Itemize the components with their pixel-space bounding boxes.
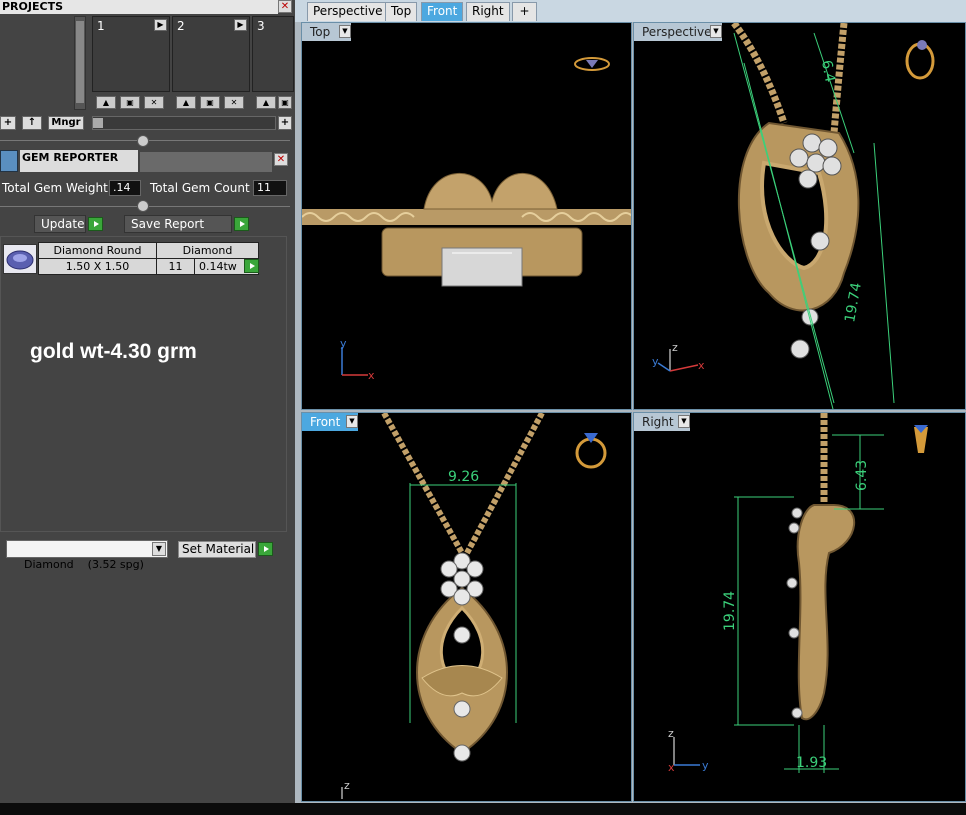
view-tab-bar: Perspective Top Front Right + xyxy=(295,0,966,22)
axis-y-label: y xyxy=(652,355,659,368)
axis-z-label: z xyxy=(344,779,350,792)
dimension-label: 6.4 xyxy=(818,59,838,84)
viewport-perspective[interactable]: Perspective ▼ 6.4 19.74 z x y xyxy=(633,22,966,410)
table-header-row: Diamond Round Diamond xyxy=(38,242,259,259)
viewport-area: Perspective Top Front Right + Top ▼ y x … xyxy=(295,0,966,815)
slider-handle[interactable] xyxy=(93,118,103,128)
tab-perspective[interactable]: Perspective xyxy=(307,2,389,21)
axis-indicator: z y x xyxy=(668,729,709,774)
gem-reporter-icon xyxy=(0,150,18,172)
axis-x-label: x xyxy=(668,761,675,774)
tab-right[interactable]: Right xyxy=(466,2,510,21)
add-project-icon[interactable]: + xyxy=(0,116,16,130)
tab-front[interactable]: Front xyxy=(421,2,464,21)
material-select[interactable]: Diamond (3.52 spg) ▼ xyxy=(6,540,168,571)
table-header: Diamond xyxy=(156,242,259,259)
project-slider[interactable] xyxy=(92,116,276,130)
play-icon[interactable]: ▶ xyxy=(154,19,167,31)
viewport-right[interactable]: Right ▼ 6.43 19.74 1.93 z y x xyxy=(633,412,966,802)
projects-title: PROJECTS xyxy=(0,0,278,14)
chevron-down-icon[interactable]: ▼ xyxy=(152,542,166,556)
delete-icon[interactable]: ✕ xyxy=(144,96,164,109)
upload-icon[interactable]: ▲ xyxy=(256,96,276,109)
table-row[interactable]: 1.50 X 1.50 11 0.14tw xyxy=(38,258,259,275)
table-header: Diamond Round xyxy=(38,242,157,259)
viewport-front[interactable]: Front ▼ 9.26 z xyxy=(301,412,632,802)
project-slot-number: 1 xyxy=(97,19,105,33)
gem-count-cell: 11 xyxy=(156,258,195,275)
axis-x-label: x xyxy=(698,359,705,372)
save-icon[interactable]: ▣ xyxy=(278,96,292,109)
gem-reporter-header-bar xyxy=(140,152,272,172)
bail-render xyxy=(423,173,558,210)
left-panel: PROJECTS ✕ 1 ▶ 2 ▶ 3 ▲ ▣ ✕ ▲ ▣ ✕ ▲ ▣ + ↑… xyxy=(0,0,295,815)
dimension-label: 19.74 xyxy=(842,281,865,323)
axis-y-label: y xyxy=(702,759,709,772)
scrollbar-thumb[interactable] xyxy=(76,21,84,103)
dimension-label: 19.74 xyxy=(722,591,738,631)
delete-icon[interactable]: ✕ xyxy=(224,96,244,109)
gem-list-area xyxy=(0,236,287,532)
project-slot-number: 2 xyxy=(177,19,185,33)
total-gem-weight-label: Total Gem Weight xyxy=(2,181,108,195)
project-slot-2[interactable]: 2 ▶ xyxy=(172,16,250,92)
gem-reporter-title: GEM REPORTER xyxy=(20,150,138,172)
gem-thumbnail[interactable] xyxy=(3,244,37,274)
upload-icon[interactable]: ▲ xyxy=(176,96,196,109)
axis-z-label: z xyxy=(668,729,674,740)
upload-icon[interactable]: ▲ xyxy=(96,96,116,109)
viewport-top[interactable]: Top ▼ y x xyxy=(301,22,632,410)
ring-nav-icon xyxy=(574,57,610,71)
set-material-go-icon[interactable] xyxy=(258,542,273,556)
save-icon[interactable]: ▣ xyxy=(120,96,140,109)
move-up-icon[interactable]: ↑ xyxy=(22,116,42,130)
ring-nav-icon xyxy=(914,425,928,453)
project-slot-number: 3 xyxy=(257,19,265,33)
axis-indicator: z x y xyxy=(652,341,705,372)
tab-top[interactable]: Top xyxy=(385,2,418,21)
manager-button[interactable]: Mngr xyxy=(48,116,84,130)
project-slot-1[interactable]: 1 ▶ xyxy=(92,16,170,92)
gold-weight-note: gold wt-4.30 grm xyxy=(30,340,197,363)
gem-table: Diamond Round Diamond 1.50 X 1.50 11 0.1… xyxy=(38,242,259,275)
project-slot-3[interactable]: 3 xyxy=(252,16,294,92)
front-view-render: 9.26 xyxy=(381,413,607,762)
collapse-handle-icon[interactable] xyxy=(137,135,149,147)
save-report-go-icon[interactable] xyxy=(234,217,249,231)
add-slot-icon[interactable]: + xyxy=(278,116,292,130)
axis-z-label: z xyxy=(672,341,678,354)
axis-indicator: z xyxy=(341,779,350,799)
dimension-label: 1.93 xyxy=(796,755,827,771)
ring-nav-icon xyxy=(905,40,935,80)
total-gem-weight-value: .14 xyxy=(109,180,141,196)
save-report-button[interactable]: Save Report xyxy=(124,215,232,233)
update-go-icon[interactable] xyxy=(88,217,103,231)
set-material-button[interactable]: Set Material xyxy=(178,541,256,558)
ring-nav-icon xyxy=(575,433,607,469)
diamond-icon xyxy=(6,250,34,270)
play-icon[interactable]: ▶ xyxy=(234,19,247,31)
axis-y-label: y xyxy=(340,339,347,350)
projects-scrollbar[interactable] xyxy=(74,16,86,110)
axis-x-label: x xyxy=(368,369,375,382)
collapse-handle-icon[interactable] xyxy=(137,200,149,212)
dimension-label: 6.43 xyxy=(854,460,870,491)
axis-indicator: y x xyxy=(340,339,375,382)
dimension-label: 9.26 xyxy=(448,469,479,485)
gem-size-cell: 1.50 X 1.50 xyxy=(38,258,157,275)
gem-row-go-icon[interactable] xyxy=(244,259,259,273)
total-gem-count-label: Total Gem Count xyxy=(150,181,250,195)
close-projects-icon[interactable]: ✕ xyxy=(278,0,292,13)
save-icon[interactable]: ▣ xyxy=(200,96,220,109)
chain-render xyxy=(302,209,631,225)
taskbar xyxy=(0,803,966,815)
update-button[interactable]: Update xyxy=(34,215,86,233)
material-select-value: Diamond (3.52 spg) xyxy=(24,558,144,571)
total-gem-count-value: 11 xyxy=(253,180,287,196)
close-gem-reporter-icon[interactable]: ✕ xyxy=(274,153,288,166)
add-view-tab-icon[interactable]: + xyxy=(512,2,537,21)
